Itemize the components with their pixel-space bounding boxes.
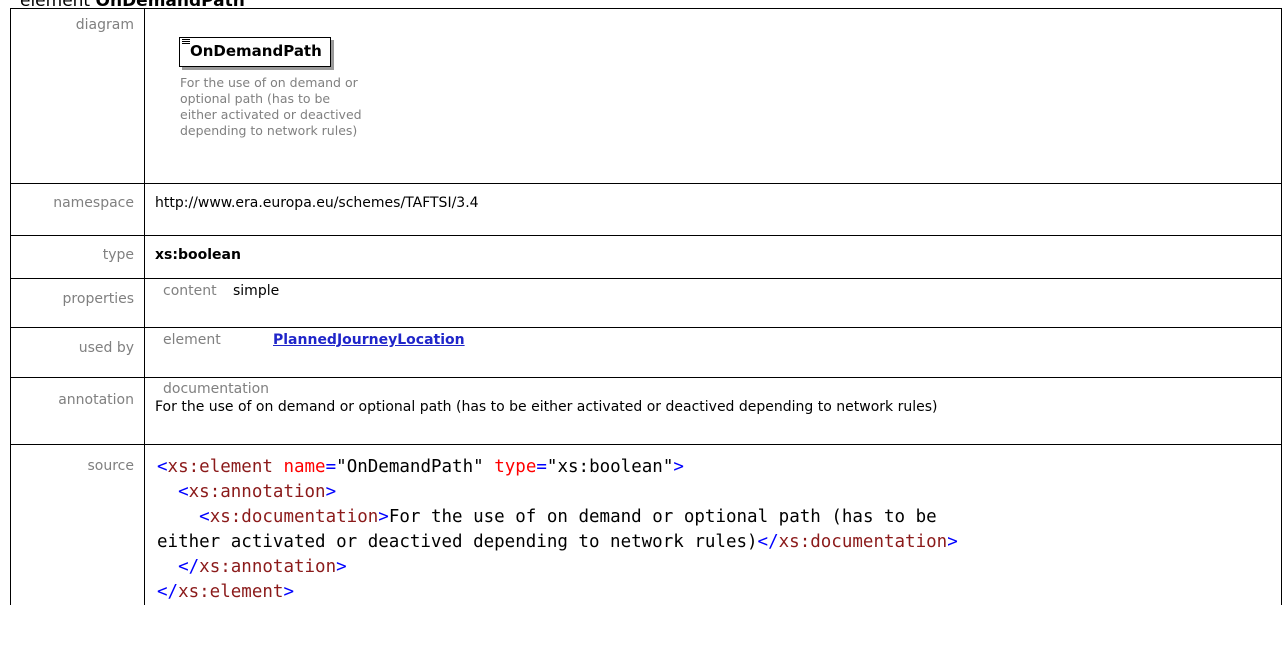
source-cell: <xs:element name="OnDemandPath" type="xs… xyxy=(144,444,1282,605)
used-by-kind: element xyxy=(163,332,221,348)
property-key: content xyxy=(163,283,217,299)
annotation-cell: documentation For the use of on demand o… xyxy=(144,377,1282,445)
row-annotation: annotation documentation For the use of … xyxy=(10,377,1282,445)
diagram-doc-line: depending to network rules) xyxy=(180,123,358,138)
diagram-doc-line: either activated or deactived xyxy=(180,107,362,122)
property-value: simple xyxy=(233,283,280,299)
row-label: namespace xyxy=(10,183,145,236)
row-label: properties xyxy=(10,278,145,328)
source-code: <xs:element name="OnDemandPath" type="xs… xyxy=(157,457,958,602)
type-value: xs:boolean xyxy=(144,235,1282,279)
annotation-kind: documentation xyxy=(163,381,270,397)
element-icon xyxy=(182,39,190,45)
properties-cell: content simple xyxy=(144,278,1282,328)
diagram-doc-line: optional path (has to be xyxy=(180,91,331,106)
type-name: xs:boolean xyxy=(155,247,241,263)
row-source: source <xs:element name="OnDemandPath" t… xyxy=(10,444,1282,605)
row-diagram: diagram OnDemandPath For the use of on d… xyxy=(10,8,1282,184)
diagram-documentation: For the use of on demand or optional pat… xyxy=(180,75,380,139)
row-properties: properties content simple xyxy=(10,278,1282,328)
row-type: type xs:boolean xyxy=(10,235,1282,279)
diagram-element-title: OnDemandPath xyxy=(190,42,322,60)
row-namespace: namespace http://www.era.europa.eu/schem… xyxy=(10,183,1282,236)
row-label: diagram xyxy=(10,8,145,184)
diagram-doc-line: For the use of on demand or xyxy=(180,75,358,90)
used-by-link[interactable]: PlannedJourneyLocation xyxy=(273,332,465,348)
element-doc-table: diagram OnDemandPath For the use of on d… xyxy=(10,8,1282,605)
namespace-value: http://www.era.europa.eu/schemes/TAFTSI/… xyxy=(144,183,1282,236)
diagram-element-box[interactable]: OnDemandPath xyxy=(179,37,331,67)
annotation-text: For the use of on demand or optional pat… xyxy=(155,399,938,415)
row-label: used by xyxy=(10,327,145,378)
row-used-by: used by element PlannedJourneyLocation xyxy=(10,327,1282,378)
row-label: annotation xyxy=(10,377,145,445)
row-label: source xyxy=(10,444,145,605)
diagram-cell: OnDemandPath For the use of on demand or… xyxy=(144,8,1282,184)
used-by-cell: element PlannedJourneyLocation xyxy=(144,327,1282,378)
row-label: type xyxy=(10,235,145,279)
